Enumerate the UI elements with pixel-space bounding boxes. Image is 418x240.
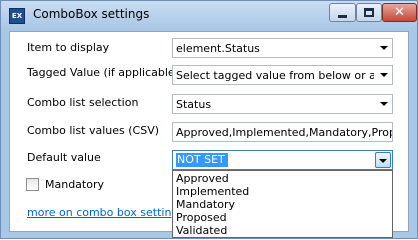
dropdown-option-approved[interactable]: Approved: [176, 172, 229, 185]
combo-list-values-label: Combo list values (CSV): [27, 124, 160, 137]
minimize-icon: [338, 14, 347, 18]
tagged-value-combo[interactable]: Select tagged value from below or add ne…: [172, 65, 393, 85]
close-icon: ✕: [394, 5, 405, 20]
tagged-value-value: Select tagged value from below or add ne…: [176, 69, 374, 82]
chevron-down-icon: [379, 159, 387, 163]
maximize-button[interactable]: [356, 3, 382, 22]
minimize-button[interactable]: [329, 3, 356, 22]
combobox-settings-window: EX ComboBox settings ✕ Item to display e…: [0, 0, 418, 239]
default-value-dropdown-list: Approved Implemented Mandatory Proposed …: [172, 170, 393, 238]
item-to-display-label: Item to display: [27, 41, 110, 54]
mandatory-label: Mandatory: [45, 178, 105, 191]
close-button[interactable]: ✕: [382, 3, 417, 22]
tagged-value-label: Tagged Value (if applicable): [27, 66, 179, 79]
chevron-down-icon: [380, 73, 388, 77]
combo-list-selection-combo[interactable]: Status: [172, 94, 393, 114]
title-bar[interactable]: EX ComboBox settings ✕: [1, 1, 417, 29]
default-value-label: Default value: [27, 151, 101, 164]
default-value-combo[interactable]: NOT SET: [172, 150, 393, 170]
more-combo-box-settings-link[interactable]: more on combo box settings...: [27, 206, 172, 219]
maximize-icon: [364, 8, 374, 17]
combo-list-values-text: Approved,Implemented,Mandatory,Proposed,…: [176, 126, 392, 139]
mandatory-checkbox[interactable]: [26, 178, 39, 191]
combo-list-selection-value: Status: [176, 98, 212, 111]
dropdown-option-implemented[interactable]: Implemented: [176, 185, 249, 198]
app-icon: EX: [9, 8, 25, 24]
item-to-display-combo[interactable]: element.Status: [172, 38, 393, 58]
dropdown-option-mandatory[interactable]: Mandatory: [176, 198, 235, 211]
item-to-display-value: element.Status: [176, 42, 260, 55]
combo-list-selection-label: Combo list selection: [27, 96, 139, 109]
window-title: ComboBox settings: [33, 7, 150, 21]
default-value-selected: NOT SET: [176, 153, 228, 167]
dropdown-option-validated[interactable]: Validated: [176, 224, 227, 237]
dropdown-option-proposed[interactable]: Proposed: [176, 211, 227, 224]
chevron-down-icon: [380, 46, 388, 50]
default-value-dropdown-button[interactable]: [375, 152, 391, 168]
combo-list-values-field[interactable]: Approved,Implemented,Mandatory,Proposed,…: [172, 122, 393, 142]
chevron-down-icon: [380, 102, 388, 106]
settings-panel: Item to display element.Status Tagged Va…: [9, 31, 409, 238]
